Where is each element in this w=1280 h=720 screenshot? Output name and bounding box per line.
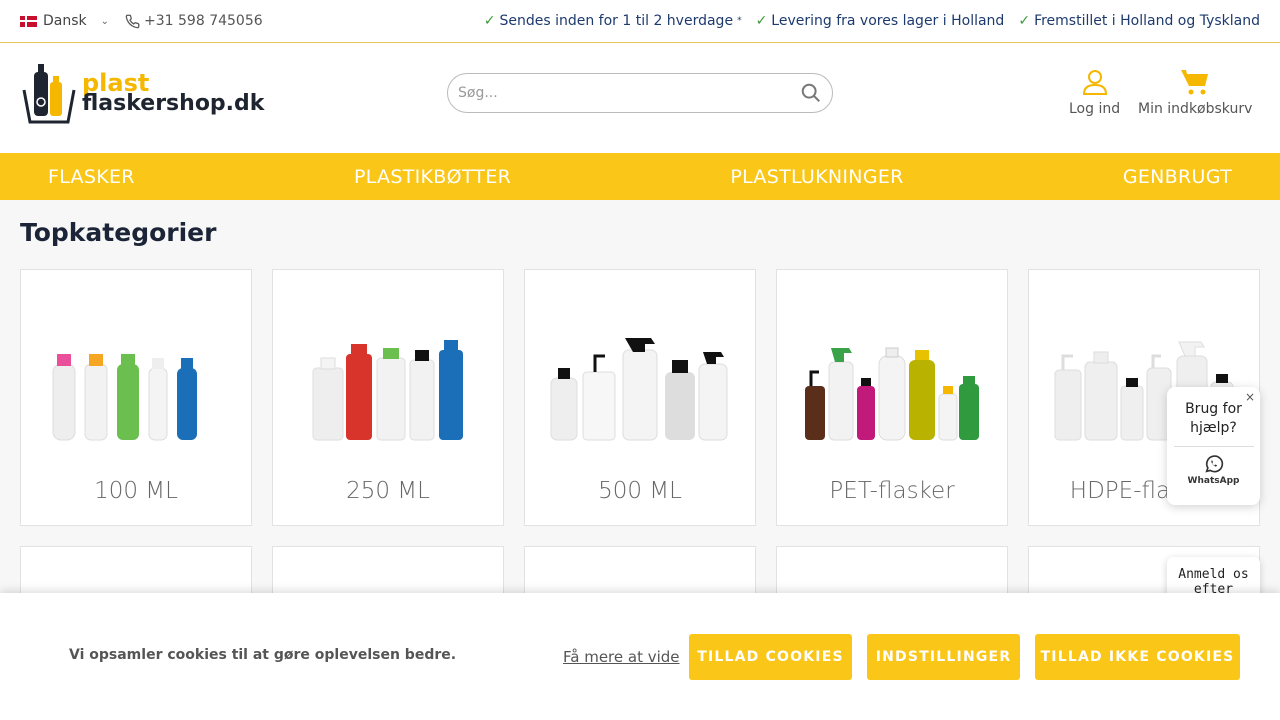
category-card-100ml[interactable]: 100 ML <box>20 269 252 526</box>
checkmark-icon: ✓ <box>755 13 768 29</box>
divider <box>1173 445 1254 447</box>
category-grid: 100 ML 250 ML 500 ML PET-flasker HDPE-fl… <box>20 269 1260 606</box>
bottles-100ml-image <box>52 354 197 441</box>
category-card-500ml[interactable]: 500 ML <box>524 269 756 526</box>
cart-label: Min indkøbskurv <box>1138 101 1253 117</box>
checkmark-icon: ✓ <box>1018 13 1031 29</box>
logo-line2: flaskershop.dk <box>82 91 265 116</box>
nav-item-plastlukninger[interactable]: PLASTLUKNINGER <box>730 166 903 188</box>
main-navigation: FLASKER PLASTIKBØTTER PLASTLUKNINGER GEN… <box>0 153 1280 200</box>
usp-footnote-mark: * <box>737 16 742 26</box>
cookie-settings-button[interactable]: INDSTILLINGER <box>867 634 1020 680</box>
deny-cookies-button[interactable]: TILLAD IKKE COOKIES <box>1035 634 1240 680</box>
usp-item: ✓ Sendes inden for 1 til 2 hverdage * <box>484 13 742 29</box>
login-button[interactable]: Log ind <box>1069 67 1120 117</box>
checkmark-icon: ✓ <box>483 13 496 29</box>
help-widget-text: Brug for hjælp? <box>1185 401 1242 436</box>
whatsapp-label: WhatsApp <box>1187 475 1240 486</box>
help-widget: × Brug for hjælp? WhatsApp <box>1167 387 1260 505</box>
site-header: plast flaskershop.dk Log ind Min indkøbs… <box>0 43 1280 153</box>
category-card-pet-flasker[interactable]: PET-flasker <box>776 269 1008 526</box>
nav-item-genbrugt[interactable]: GENBRUGT <box>1123 166 1232 188</box>
search-bar <box>447 73 833 113</box>
whatsapp-icon <box>1204 455 1223 473</box>
phone-link[interactable]: +31 598 745056 <box>125 13 263 29</box>
pet-bottles-image <box>805 347 979 441</box>
search-icon[interactable] <box>800 82 822 104</box>
cookie-learn-more-link[interactable]: Få mere at vide <box>563 648 680 666</box>
usp-text: Sendes inden for 1 til 2 hverdage <box>499 13 734 29</box>
usp-item: ✓ Levering fra vores lager i Holland <box>756 13 1005 29</box>
login-label: Log ind <box>1069 101 1121 117</box>
usp-list: ✓ Sendes inden for 1 til 2 hverdage * ✓ L… <box>484 13 1260 29</box>
usp-item: ✓ Fremstillet i Holland og Tyskland <box>1018 13 1260 29</box>
bottles-500ml-image <box>550 338 728 441</box>
chevron-down-icon: ⌄ <box>100 15 110 27</box>
logo-wordmark: plast flaskershop.dk <box>82 71 264 115</box>
category-label: 500 ML <box>598 478 682 504</box>
page-title: Topkategorier <box>20 218 217 247</box>
usp-text: Fremstillet i Holland og Tyskland <box>1034 13 1260 29</box>
search-input[interactable] <box>458 85 800 101</box>
top-bar: Dansk ⌄ +31 598 745056 ✓ Sendes inden fo… <box>0 0 1280 43</box>
nav-item-flasker[interactable]: FLASKER <box>48 166 135 188</box>
phone-icon <box>125 14 140 28</box>
category-label: 250 ML <box>346 478 430 504</box>
cart-button[interactable]: Min indkøbskurv <box>1138 67 1252 117</box>
category-label: 100 ML <box>94 478 178 504</box>
language-label: Dansk <box>43 13 87 29</box>
category-label: PET-flasker <box>829 478 955 504</box>
phone-number: +31 598 745056 <box>144 13 263 29</box>
category-card-250ml[interactable]: 250 ML <box>272 269 504 526</box>
site-logo[interactable]: plast flaskershop.dk <box>20 62 264 124</box>
shopping-cart-icon <box>1181 70 1209 95</box>
whatsapp-button[interactable]: WhatsApp <box>1167 453 1260 486</box>
cookie-banner: Vi opsamler cookies til at gøre oplevels… <box>0 593 1280 720</box>
nav-item-plastikbotter[interactable]: PLASTIKBØTTER <box>354 166 511 188</box>
allow-cookies-button[interactable]: TILLAD COOKIES <box>689 634 852 680</box>
bottles-250ml-image <box>312 340 463 441</box>
bottles-logo-icon <box>22 64 76 124</box>
language-selector[interactable]: Dansk ⌄ <box>20 13 109 29</box>
close-icon[interactable]: × <box>1245 390 1255 404</box>
usp-text: Levering fra vores lager i Holland <box>771 13 1005 29</box>
danish-flag-icon <box>20 15 37 27</box>
user-icon <box>1082 70 1107 95</box>
cookie-message: Vi opsamler cookies til at gøre oplevels… <box>69 647 457 663</box>
